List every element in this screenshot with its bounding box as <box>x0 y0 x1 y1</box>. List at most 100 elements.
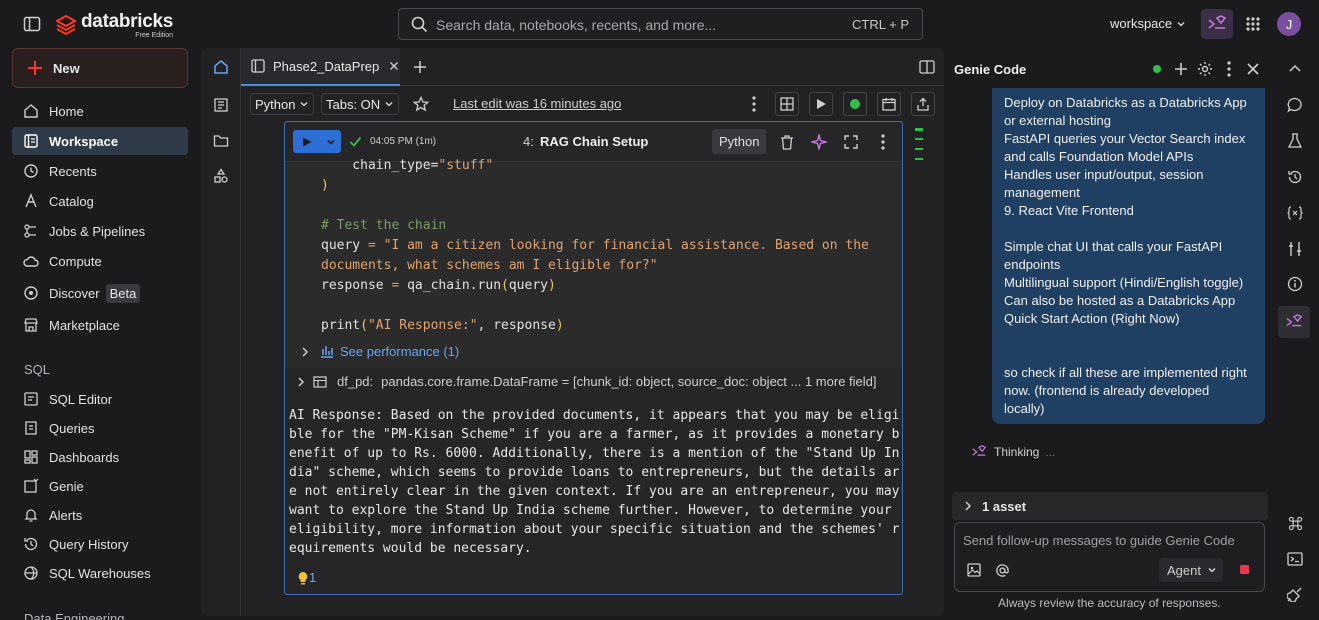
sidebar-item-queries[interactable]: Queries <box>12 414 188 442</box>
cell-title[interactable]: RAG Chain Setup <box>540 134 648 149</box>
compute-status-icon[interactable] <box>843 92 867 116</box>
language-select[interactable]: Python <box>250 93 315 115</box>
sliders-icon[interactable] <box>1284 238 1306 260</box>
sidebar-item-sql-editor[interactable]: SQL Editor <box>12 385 188 413</box>
genie-assistant-button[interactable] <box>1201 9 1233 39</box>
rail-shapes-icon[interactable] <box>211 166 231 186</box>
cell-more-icon[interactable] <box>873 132 893 152</box>
see-performance-link[interactable]: See performance (1) <box>340 344 459 359</box>
sidebar-item-query-history[interactable]: Query History <box>12 530 188 558</box>
genie-icon <box>972 445 987 456</box>
layout-icon[interactable] <box>775 92 799 116</box>
sidebar-item-compute[interactable]: Compute <box>12 247 188 275</box>
thinking-indicator: Thinking ... <box>970 445 1055 459</box>
schedule-icon[interactable] <box>877 92 901 116</box>
rail-home-icon[interactable] <box>211 57 231 77</box>
command-icon[interactable] <box>1284 512 1306 534</box>
see-performance-row[interactable]: See performance (1) <box>301 344 459 359</box>
add-tab-icon[interactable] <box>411 58 429 76</box>
run-all-icon[interactable] <box>809 92 833 116</box>
star-icon[interactable] <box>411 94 431 114</box>
collapse-up-icon[interactable] <box>1284 57 1306 79</box>
connection-icon[interactable] <box>1284 583 1306 605</box>
sidebar-item-label: Jobs & Pipelines <box>49 223 146 239</box>
sidebar-item-label: Home <box>49 103 84 119</box>
sidebar-item-label: Genie <box>49 478 84 494</box>
variables-icon[interactable] <box>1284 202 1306 224</box>
dataframe-name: df_pd: <box>337 374 374 389</box>
terminal-icon[interactable] <box>1284 548 1306 570</box>
sidebar-item-label: Workspace <box>49 133 119 149</box>
search-input[interactable]: Search data, notebooks, recents, and mor… <box>436 17 716 33</box>
chevron-right-icon <box>965 501 972 511</box>
chevron-down-icon <box>1208 567 1216 573</box>
tab-phase2-dataprep[interactable]: Phase2_DataPrep <box>241 48 400 86</box>
sidebar-item-home[interactable]: Home <box>12 97 188 125</box>
assistant-sparkle-icon[interactable] <box>809 132 829 152</box>
workspace-switcher[interactable]: workspace <box>1110 16 1186 31</box>
sidebar-item-workspace[interactable]: Workspace <box>12 127 188 155</box>
store-icon <box>24 318 38 332</box>
close-icon[interactable] <box>1244 60 1262 78</box>
asset-row[interactable]: 1 asset <box>952 492 1268 520</box>
sidebar-item-genie[interactable]: Genie <box>12 472 188 500</box>
genie-input[interactable]: Send follow-up messages to guide Genie C… <box>963 533 1235 548</box>
table-icon <box>313 375 327 388</box>
outline-mark <box>915 138 923 140</box>
rail-folder-icon[interactable] <box>211 131 231 151</box>
genie-title: Genie Code <box>954 62 1027 77</box>
gear-icon[interactable] <box>1196 60 1214 78</box>
share-icon[interactable] <box>911 92 935 116</box>
mode-select[interactable]: Agent <box>1159 558 1223 582</box>
sidebar-item-alerts[interactable]: Alerts <box>12 501 188 529</box>
run-cell-button[interactable] <box>293 130 341 153</box>
user-avatar[interactable]: J <box>1277 12 1301 36</box>
more-vertical-icon[interactable] <box>744 94 764 114</box>
sidebar-item-catalog[interactable]: Catalog <box>12 187 188 215</box>
sidebar-item-marketplace[interactable]: Marketplace <box>12 311 188 339</box>
info-icon[interactable] <box>1284 273 1306 295</box>
chevron-down-icon[interactable] <box>326 137 336 147</box>
rail-toc-icon[interactable] <box>211 95 231 115</box>
home-icon <box>24 104 38 118</box>
tabs-toggle-label: Tabs: ON <box>326 96 381 112</box>
new-button-label: New <box>53 60 80 76</box>
experiment-icon[interactable] <box>1284 130 1306 152</box>
tab-title: Phase2_DataPrep <box>273 58 380 74</box>
right-rail <box>1273 48 1319 620</box>
code-editor[interactable]: chain_type="stuff" ) # Test the chain qu… <box>285 158 902 368</box>
hint-indicator[interactable]: 1 <box>297 570 316 585</box>
genie-rail-button[interactable] <box>1278 306 1310 338</box>
apps-grid-icon[interactable] <box>1243 14 1263 34</box>
dataframe-row[interactable]: df_pd: pandas.core.frame.DataFrame = [ch… <box>297 374 877 389</box>
sidebar-item-sql-warehouses[interactable]: SQL Warehouses <box>12 559 188 587</box>
sidebar-item-discover[interactable]: Discover Beta <box>12 279 188 307</box>
thinking-dots: ... <box>1045 445 1056 459</box>
stop-button[interactable] <box>1240 565 1249 574</box>
close-icon[interactable] <box>389 61 399 71</box>
cell-header: 04:05 PM (1m) 4: RAG Chain Setup Python <box>285 122 902 162</box>
expand-icon[interactable] <box>841 132 861 152</box>
last-edit-link[interactable]: Last edit was 16 minutes ago <box>453 96 621 111</box>
global-search[interactable]: Search data, notebooks, recents, and mor… <box>398 8 923 40</box>
code-comment: # Test the chain <box>321 218 447 233</box>
genie-more-icon[interactable] <box>1220 60 1238 78</box>
sidebar-item-dashboards[interactable]: Dashboards <box>12 443 188 471</box>
new-button[interactable]: New <box>12 48 188 88</box>
databricks-logo[interactable]: databricks Free Edition <box>56 12 173 39</box>
notebook-cell[interactable]: 04:05 PM (1m) 4: RAG Chain Setup Python … <box>284 121 903 595</box>
sidebar-item-jobs[interactable]: Jobs & Pipelines <box>12 217 188 245</box>
sidebar-toggle-icon[interactable] <box>22 14 42 34</box>
warehouse-icon <box>24 566 38 580</box>
sidebar-item-recents[interactable]: Recents <box>12 157 188 185</box>
image-icon[interactable] <box>965 561 983 579</box>
new-chat-icon[interactable] <box>1172 60 1190 78</box>
history-icon[interactable] <box>1284 166 1306 188</box>
split-view-icon[interactable] <box>918 58 936 76</box>
trash-icon[interactable] <box>777 132 797 152</box>
comment-icon[interactable] <box>1284 94 1306 116</box>
at-mention-icon[interactable] <box>993 561 1011 579</box>
tabs-toggle[interactable]: Tabs: ON <box>321 93 400 115</box>
sidebar-item-label: SQL Editor <box>49 391 113 407</box>
cell-language-badge[interactable]: Python <box>712 129 767 154</box>
